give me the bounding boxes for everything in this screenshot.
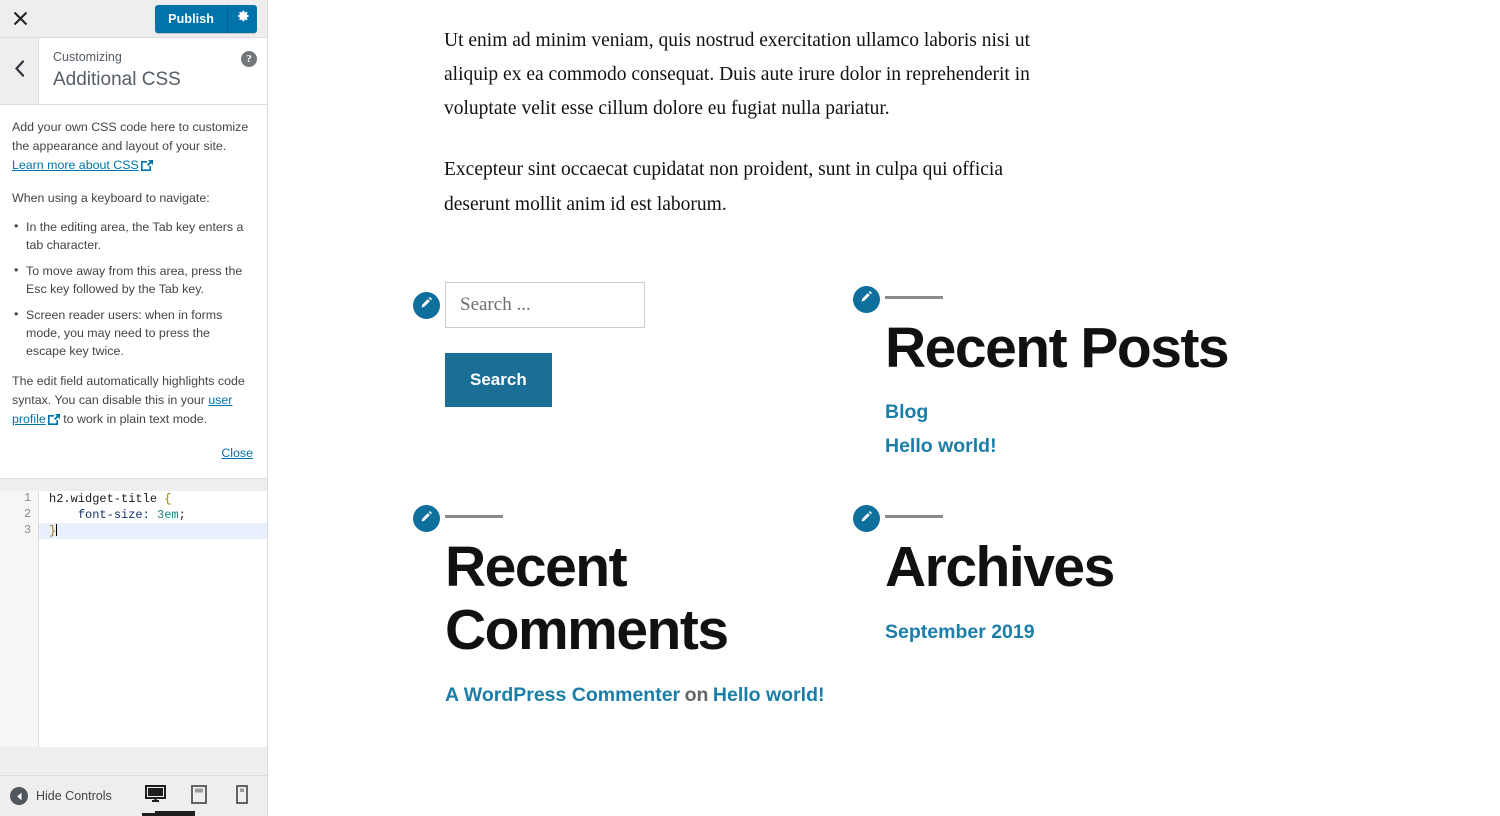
list-item: A WordPress Commenter on Hello world! bbox=[445, 684, 853, 707]
css-value: 3em bbox=[157, 507, 179, 522]
mobile-icon bbox=[235, 784, 248, 809]
publish-button[interactable]: Publish bbox=[155, 4, 227, 33]
css-open-brace: { bbox=[164, 491, 172, 506]
archive-link[interactable]: September 2019 bbox=[885, 621, 1035, 643]
learn-more-css-link[interactable]: Learn more about CSS bbox=[12, 158, 139, 172]
code-line: h2.widget-title { bbox=[39, 491, 267, 507]
search-input[interactable]: Search ... bbox=[445, 281, 645, 328]
widget-title: Recent Posts bbox=[885, 315, 1230, 380]
panel-kicker: Customizing bbox=[53, 50, 122, 64]
tablet-icon bbox=[190, 784, 207, 809]
css-editor-wrap: 1 2 3 h2.widget-title { font-size: 3em; … bbox=[0, 478, 267, 775]
back-button[interactable] bbox=[0, 38, 39, 104]
comment-author-link[interactable]: A WordPress Commenter bbox=[445, 684, 680, 706]
recent-posts-list: Blog Hello world! bbox=[885, 401, 1293, 458]
syntax-note-after: to work in plain text mode. bbox=[59, 412, 208, 427]
close-icon bbox=[13, 11, 28, 26]
list-item: Screen reader users: when in forms mode,… bbox=[12, 306, 253, 361]
hide-controls-button[interactable]: Hide Controls bbox=[0, 787, 112, 805]
widget-title: Recent Comments bbox=[445, 535, 729, 662]
edit-recent-posts-widget-button[interactable] bbox=[853, 285, 880, 313]
widget-divider bbox=[885, 515, 943, 519]
chevron-left-icon bbox=[14, 60, 25, 82]
customizer-sidebar: Publish Customizing Additional CSS ? Add… bbox=[0, 0, 268, 816]
list-item: Hello world! bbox=[885, 435, 1293, 458]
edit-archives-widget-button[interactable] bbox=[853, 505, 880, 533]
pencil-icon bbox=[860, 290, 873, 308]
edit-recent-comments-widget-button[interactable] bbox=[413, 505, 440, 533]
collapse-icon bbox=[10, 787, 28, 805]
preview-scrollbar[interactable] bbox=[155, 811, 195, 816]
recent-post-link[interactable]: Hello world! bbox=[885, 435, 997, 457]
external-link-icon bbox=[140, 158, 153, 177]
keyboard-bullets: In the editing area, the Tab key enters … bbox=[12, 218, 253, 361]
pencil-icon bbox=[420, 510, 433, 528]
customizer-app: Publish Customizing Additional CSS ? Add… bbox=[0, 0, 1500, 816]
help-intro: Add your own CSS code here to customize … bbox=[12, 118, 253, 178]
preview-inner: Ut enim ad minim veniam, quis nostrud ex… bbox=[268, 0, 1500, 718]
widget-divider bbox=[885, 295, 943, 299]
publish-settings-button[interactable] bbox=[227, 4, 257, 33]
publish-group: Publish bbox=[155, 4, 257, 33]
pencil-icon bbox=[860, 510, 873, 528]
edit-search-widget-button[interactable] bbox=[413, 291, 440, 319]
css-close-brace: } bbox=[49, 523, 57, 538]
close-customizer-button[interactable] bbox=[0, 0, 40, 37]
customizer-topbar: Publish bbox=[0, 0, 267, 38]
close-help-link[interactable]: Close bbox=[221, 446, 253, 460]
customizer-footer: Hide Controls bbox=[0, 775, 267, 816]
external-link-icon bbox=[47, 412, 60, 431]
preview-paragraph: Ut enim ad minim veniam, quis nostrud ex… bbox=[444, 30, 1030, 120]
panel-title-wrap: Customizing Additional CSS ? bbox=[39, 38, 267, 104]
help-icon[interactable]: ? bbox=[241, 51, 257, 67]
css-help-panel: Add your own CSS code here to customize … bbox=[0, 105, 267, 479]
widget-area: Search ... Search Recent Posts Blog Hell… bbox=[413, 281, 1333, 718]
desktop-icon bbox=[145, 784, 166, 809]
code-line-active: } bbox=[39, 522, 267, 539]
pencil-icon bbox=[420, 296, 433, 314]
preview-prose: Ut enim ad minim veniam, quis nostrud ex… bbox=[444, 24, 1044, 222]
editor-gutter: 1 2 3 bbox=[0, 490, 38, 747]
page-title: Additional CSS bbox=[53, 68, 181, 90]
code-line: font-size: 3em; bbox=[39, 507, 267, 523]
list-item: Blog bbox=[885, 401, 1293, 424]
css-property: font-size: bbox=[77, 507, 150, 522]
recent-comments-list: A WordPress Commenter on Hello world! bbox=[445, 684, 853, 707]
widget-recent-posts: Recent Posts Blog Hello world! bbox=[853, 282, 1293, 470]
archives-list: September 2019 bbox=[885, 621, 1293, 644]
list-item: In the editing area, the Tab key enters … bbox=[12, 218, 253, 255]
css-code-input[interactable]: h2.widget-title { font-size: 3em; } bbox=[38, 490, 267, 747]
line-number: 3 bbox=[24, 523, 31, 537]
help-intro-text: Add your own CSS code here to customize … bbox=[12, 120, 249, 154]
widget-archives: Archives September 2019 bbox=[853, 501, 1293, 717]
device-button-mobile[interactable] bbox=[224, 777, 259, 816]
site-preview[interactable]: Ut enim ad minim veniam, quis nostrud ex… bbox=[268, 0, 1500, 816]
syntax-note: The edit field automatically highlights … bbox=[12, 372, 253, 432]
search-submit-button[interactable]: Search bbox=[445, 352, 552, 407]
css-selector: h2.widget-title bbox=[49, 491, 158, 506]
close-help-row: Close bbox=[12, 444, 253, 463]
gear-icon bbox=[236, 9, 250, 28]
widget-divider bbox=[445, 515, 503, 519]
line-number: 2 bbox=[24, 507, 31, 521]
css-semicolon: ; bbox=[178, 507, 186, 522]
hide-controls-label: Hide Controls bbox=[36, 789, 112, 803]
list-item: To move away from this area, press the E… bbox=[12, 262, 253, 299]
panel-header: Customizing Additional CSS ? bbox=[0, 38, 267, 105]
comment-post-link[interactable]: Hello world! bbox=[713, 684, 825, 706]
list-item: September 2019 bbox=[885, 621, 1293, 644]
recent-post-link[interactable]: Blog bbox=[885, 401, 928, 423]
keyboard-heading: When using a keyboard to navigate: bbox=[12, 190, 210, 205]
device-preview-buttons bbox=[138, 776, 259, 816]
line-number: 1 bbox=[24, 491, 31, 505]
text-caret bbox=[56, 523, 58, 536]
widget-title: Archives bbox=[885, 535, 1115, 600]
preview-paragraph: Excepteur sint occaecat cupidatat non pr… bbox=[444, 159, 1003, 215]
widget-recent-comments: Recent Comments A WordPress Commenter on… bbox=[413, 501, 853, 717]
comment-on-label: on bbox=[684, 683, 709, 706]
widget-search: Search ... Search bbox=[413, 281, 853, 470]
